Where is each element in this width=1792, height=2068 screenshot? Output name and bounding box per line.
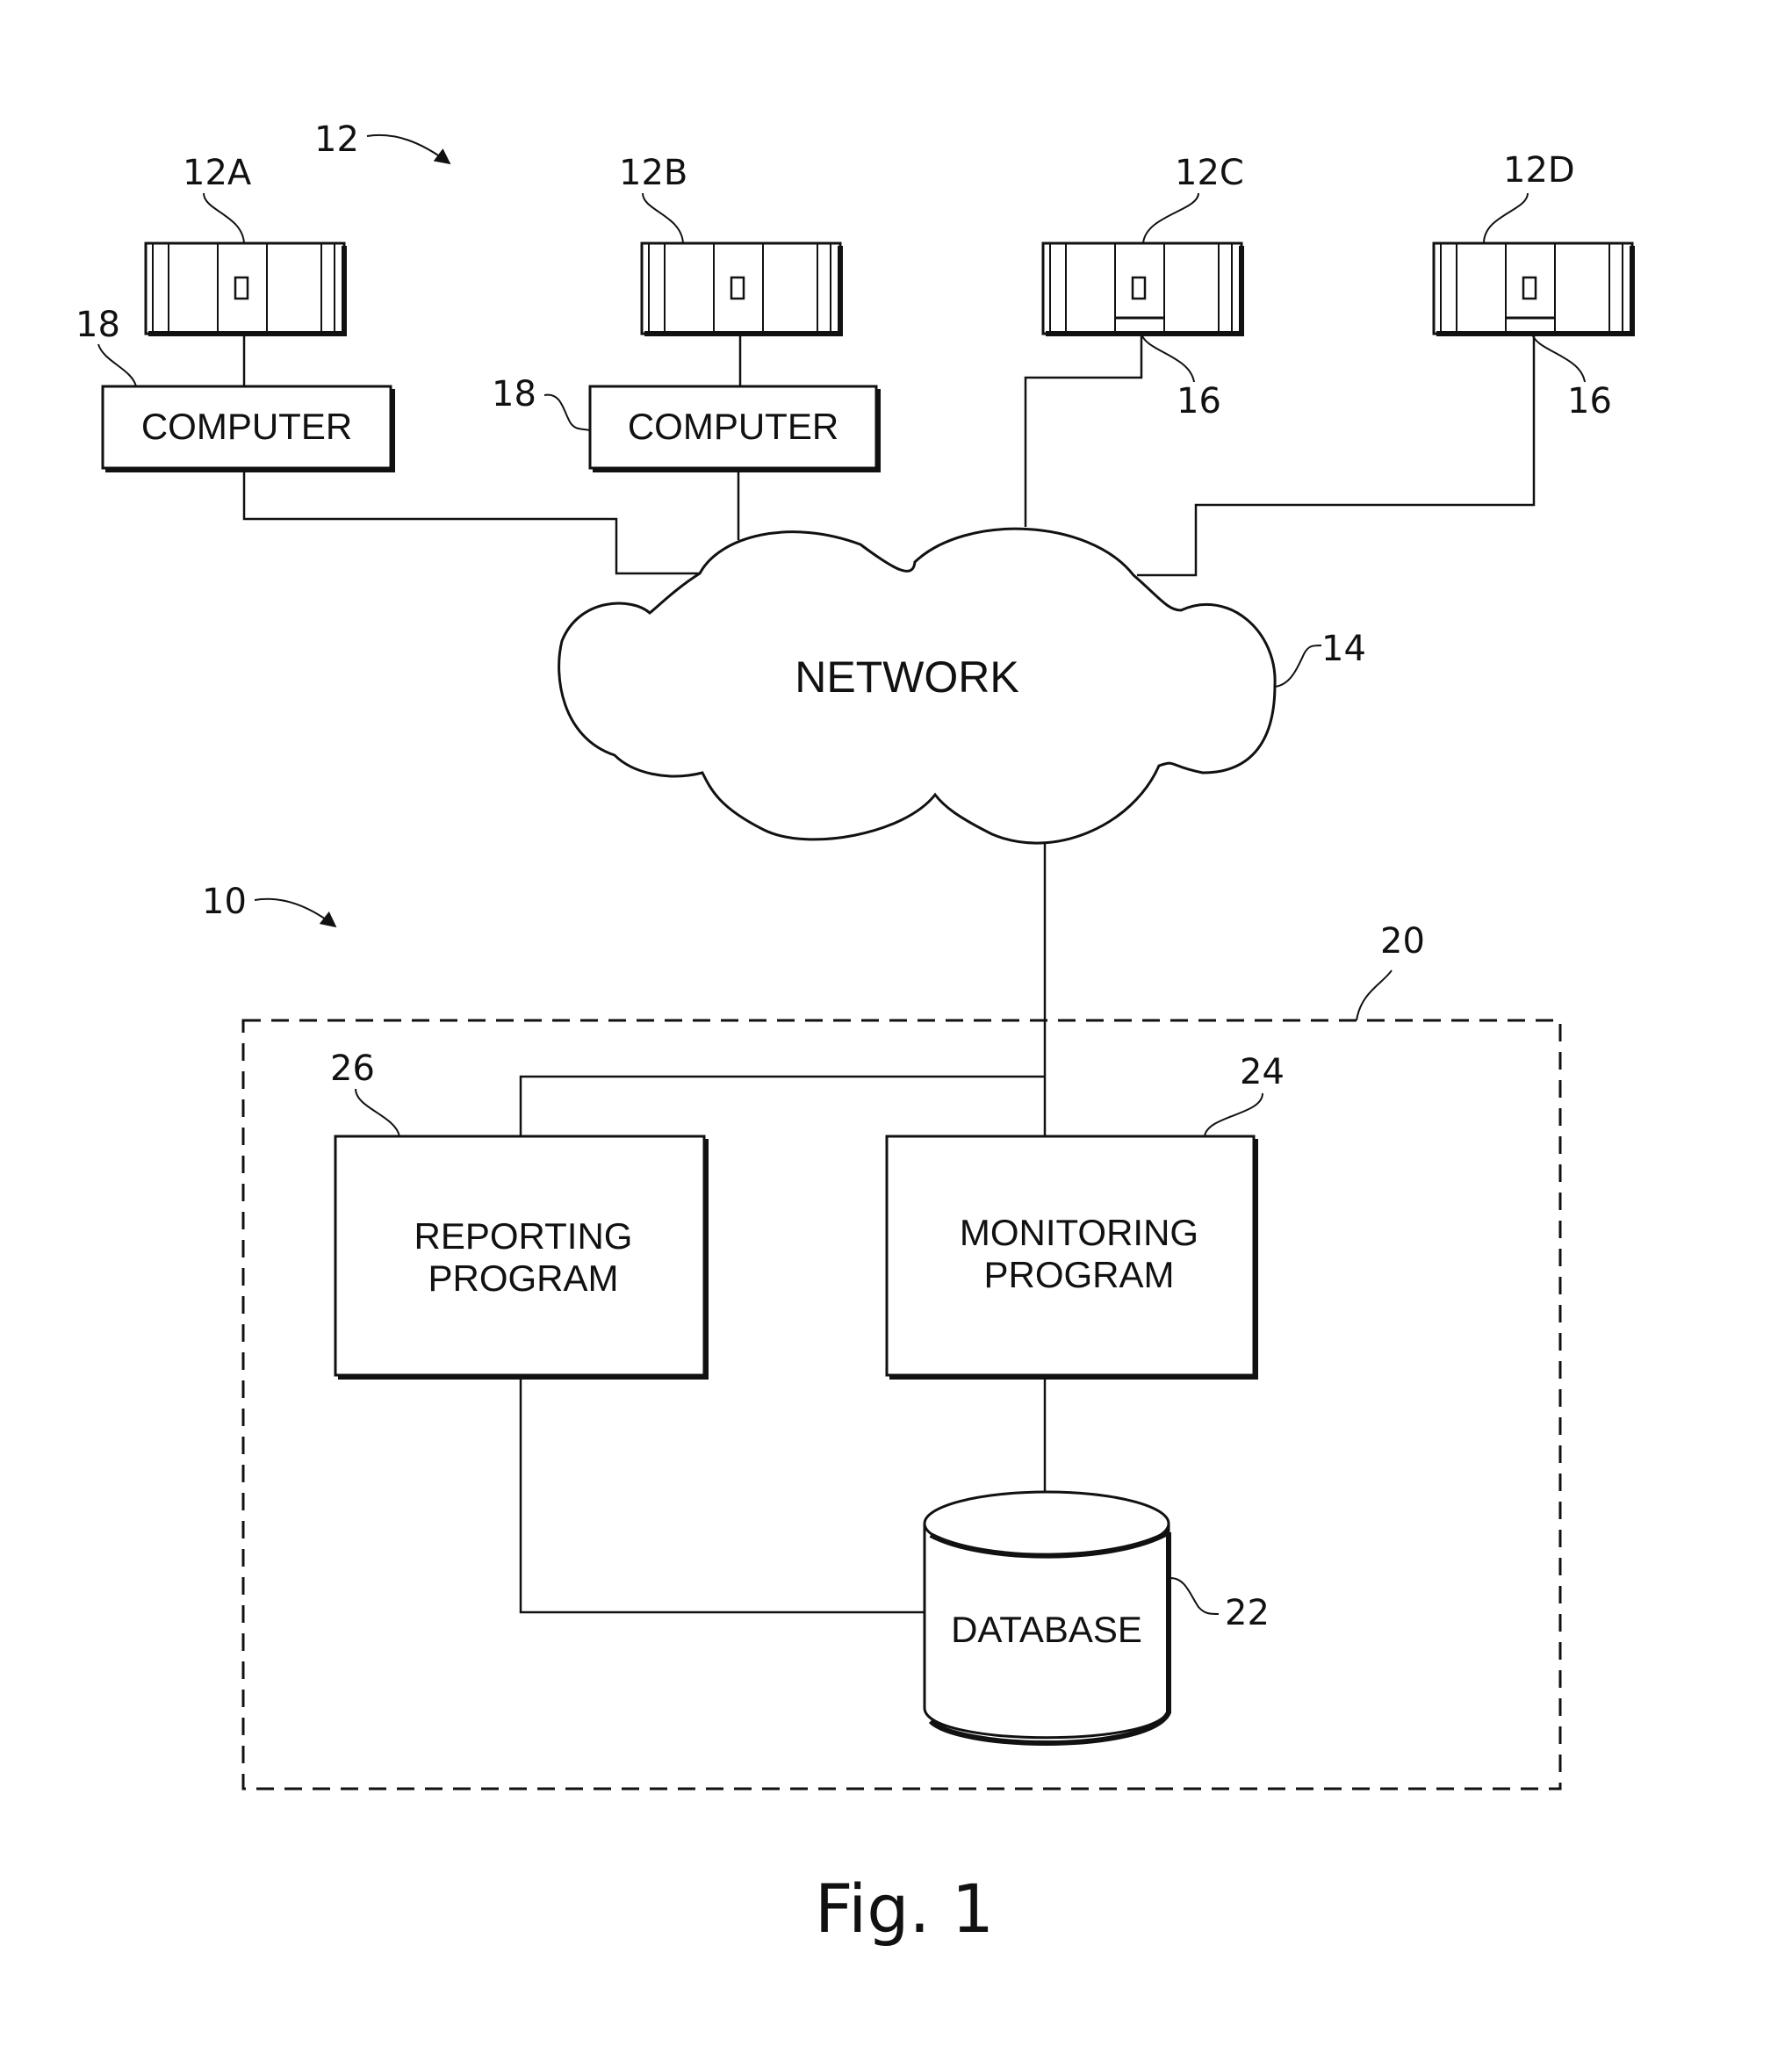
server-12c-ref: 12C <box>1175 153 1244 193</box>
monitoring-system-leader <box>1356 969 1393 1021</box>
wire-network-reporting <box>519 1075 1045 1136</box>
wire-12c-network <box>1024 334 1143 527</box>
server-12b-drive-slot-icon <box>730 276 745 300</box>
servers: 12A 12B 16 12C 16 12D <box>144 150 1635 422</box>
database-ref: 22 <box>1225 1593 1270 1633</box>
server-12c-agent-ref: 16 <box>1177 381 1221 422</box>
network-ref: 14 <box>1321 629 1366 669</box>
reporting-program-line1: REPORTING <box>414 1215 633 1257</box>
connections-top <box>242 334 1536 577</box>
computer-b-label: COMPUTER <box>628 406 838 447</box>
servers-group-callout: 12 <box>314 119 451 165</box>
computer-a-ref: 18 <box>76 305 120 345</box>
server-12b: 12B <box>619 153 843 336</box>
server-12a: 12A <box>144 153 347 336</box>
server-12a-leader <box>203 192 245 244</box>
servers-group-arrow <box>366 133 451 165</box>
wire-reporting-database <box>519 1377 925 1614</box>
computer-a-leader <box>97 343 137 387</box>
wire-12d-network <box>1137 334 1536 577</box>
database-label: DATABASE <box>951 1609 1142 1650</box>
monitoring-system: 20 REPORTING PROGRAM 26 MONITORING PROGR… <box>241 843 1562 1791</box>
server-12a-ref: 12A <box>183 153 252 193</box>
server-12d-agent-ref: 16 <box>1567 381 1612 422</box>
figure-caption: Fig. 1 <box>815 1870 994 1948</box>
network-leader <box>1274 645 1322 688</box>
system-ref: 10 <box>202 882 247 922</box>
computer-b: COMPUTER 18 <box>492 374 881 472</box>
computer-a-label: COMPUTER <box>141 406 352 447</box>
monitoring-system-ref: 20 <box>1380 921 1425 962</box>
wire-computer-a-network <box>242 470 699 575</box>
system-callout: 10 <box>202 882 337 928</box>
server-12c: 16 12C <box>1041 153 1244 422</box>
system-arrow <box>254 897 337 928</box>
monitoring-program-leader <box>1204 1092 1263 1137</box>
server-12c-drive-slot-icon <box>1131 276 1147 300</box>
server-12d-leader <box>1483 192 1529 244</box>
network-cloud: NETWORK 14 <box>558 527 1366 845</box>
computer-b-leader <box>543 393 591 431</box>
reporting-program: REPORTING PROGRAM 26 <box>330 1048 709 1380</box>
database: DATABASE 22 <box>923 1490 1270 1747</box>
server-12c-leader <box>1142 192 1199 244</box>
server-12d-drive-slot-icon <box>1522 276 1537 300</box>
monitoring-program: MONITORING PROGRAM 24 <box>885 1052 1285 1380</box>
network-label: NETWORK <box>795 652 1019 702</box>
monitoring-program-ref: 24 <box>1240 1052 1285 1092</box>
computer-b-ref: 18 <box>492 374 536 414</box>
reporting-program-leader <box>355 1088 400 1137</box>
server-12d-ref: 12D <box>1503 150 1575 191</box>
server-12d-agent-leader <box>1531 333 1586 383</box>
reporting-program-line2: PROGRAM <box>428 1257 618 1299</box>
database-leader <box>1169 1577 1220 1615</box>
server-12b-ref: 12B <box>619 153 687 193</box>
server-12c-agent-leader <box>1141 333 1195 383</box>
monitoring-program-line2: PROGRAM <box>983 1254 1174 1295</box>
servers-group-ref: 12 <box>314 119 359 160</box>
reporting-program-ref: 26 <box>330 1048 375 1089</box>
monitoring-program-line1: MONITORING <box>960 1212 1198 1253</box>
server-12a-drive-slot-icon <box>234 276 249 300</box>
server-12b-leader <box>642 192 684 244</box>
patent-figure: 12 12A 12B 16 12C 16 12D COMPUTER 18 COMPUTER… <box>76 119 1635 1948</box>
